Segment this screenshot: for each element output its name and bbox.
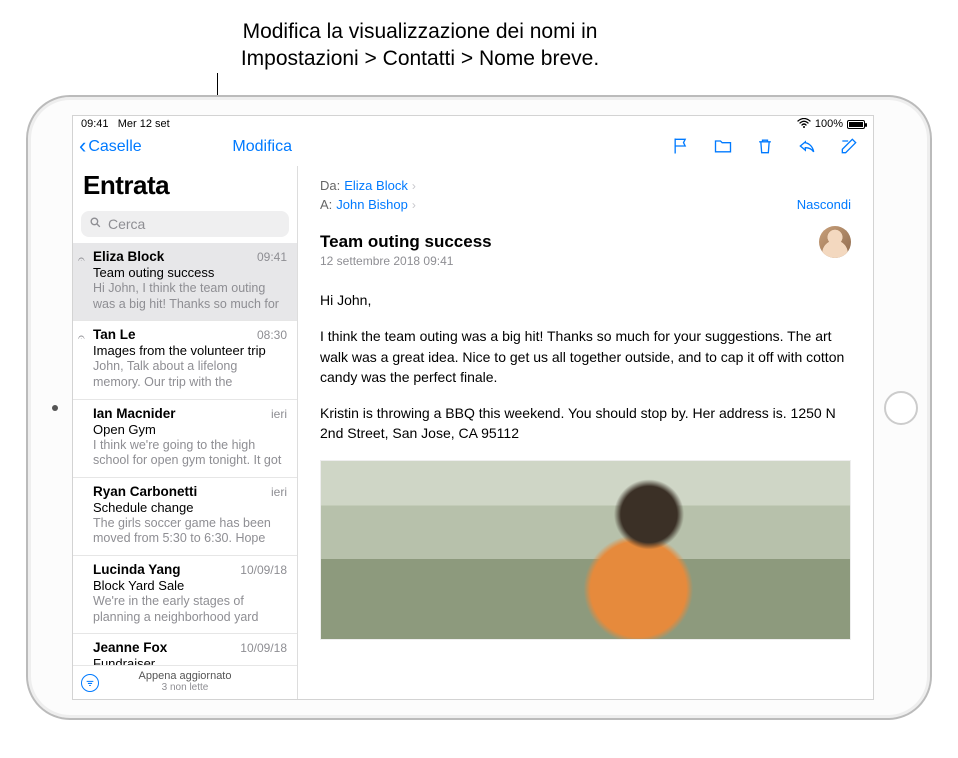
- message-preview: I think we're going to the high school f…: [93, 438, 287, 469]
- to-name-link[interactable]: John Bishop: [336, 197, 408, 212]
- back-to-mailboxes[interactable]: ‹ Caselle: [79, 137, 142, 157]
- mail-body: Hi John, I think the team outing was a b…: [320, 290, 851, 640]
- message-row[interactable]: 𝄐 Tan Le 08:30Images from the volunteer tr…: [73, 321, 297, 399]
- message-subject: Images from the volunteer trip: [93, 343, 287, 358]
- battery-icon: [847, 120, 865, 129]
- screen: 09:41 Mer 12 set 100%: [72, 115, 874, 700]
- body-paragraph: Hi John,: [320, 290, 851, 310]
- compose-icon[interactable]: [839, 136, 859, 156]
- message-preview: John, Talk about a lifelong memory. Our …: [93, 359, 287, 390]
- home-button[interactable]: [884, 391, 918, 425]
- mail-subject: Team outing success: [320, 232, 851, 252]
- message-time: 10/09/18: [240, 641, 287, 655]
- battery-percent: 100%: [815, 118, 843, 130]
- wifi-icon: [797, 118, 811, 131]
- from-name-link[interactable]: Eliza Block: [344, 178, 408, 193]
- edit-button[interactable]: Modifica: [232, 138, 292, 156]
- message-sender: Ian Macnider: [93, 406, 176, 421]
- hide-details-button[interactable]: Nascondi: [797, 197, 851, 212]
- body-paragraph: I think the team outing was a big hit! T…: [320, 326, 851, 387]
- message-preview: The girls soccer game has been moved fro…: [93, 516, 287, 547]
- message-subject: Block Yard Sale: [93, 578, 287, 593]
- filter-button[interactable]: [81, 674, 99, 692]
- message-time: ieri: [271, 485, 287, 499]
- message-row[interactable]: 𝄐 Eliza Block 09:41Team outing successHi J…: [73, 243, 297, 321]
- chevron-right-icon: ›: [412, 179, 416, 193]
- message-sender: Tan Le: [93, 327, 136, 342]
- body-paragraph: Kristin is throwing a BBQ this weekend. …: [320, 403, 851, 444]
- ipad-frame: 09:41 Mer 12 set 100%: [26, 95, 932, 720]
- message-time: 10/09/18: [240, 563, 287, 577]
- mail-attachment-image[interactable]: [320, 460, 851, 640]
- sidebar-footer: Appena aggiornato 3 non lette: [73, 665, 297, 699]
- message-subject: Fundraiser: [93, 656, 287, 665]
- status-time: 09:41: [81, 118, 109, 130]
- trash-icon[interactable]: [755, 136, 775, 156]
- mail-headers: Da: Eliza Block › A: John Bishop › Nasco…: [320, 178, 851, 216]
- reading-pane: Da: Eliza Block › A: John Bishop › Nasco…: [298, 166, 873, 699]
- reply-icon[interactable]: [797, 136, 817, 156]
- attachment-icon: 𝄐: [78, 252, 85, 267]
- flag-icon[interactable]: [671, 136, 691, 156]
- status-right: 100%: [797, 118, 865, 131]
- message-subject: Team outing success: [93, 265, 287, 280]
- message-row[interactable]: Ryan Carbonetti ieriSchedule changeThe gi…: [73, 478, 297, 556]
- message-sender: Lucinda Yang: [93, 562, 181, 577]
- chevron-left-icon: ‹: [79, 135, 86, 157]
- message-preview: We're in the early stages of planning a …: [93, 594, 287, 625]
- message-sender: Jeanne Fox: [93, 640, 167, 655]
- footer-status-main: Appena aggiornato: [81, 670, 289, 682]
- message-subject: Open Gym: [93, 422, 287, 437]
- messages-list[interactable]: 𝄐 Eliza Block 09:41Team outing successHi J…: [73, 243, 297, 665]
- message-preview: Hi John, I think the team outing was a b…: [93, 281, 287, 312]
- sender-avatar[interactable]: [819, 226, 851, 258]
- message-sender: Ryan Carbonetti: [93, 484, 197, 499]
- message-row[interactable]: Lucinda Yang 10/09/18Block Yard SaleWe're…: [73, 556, 297, 634]
- from-label: Da:: [320, 178, 340, 193]
- search-placeholder: Cerca: [108, 216, 145, 232]
- message-row[interactable]: Ian Macnider ieriOpen GymI think we're go…: [73, 400, 297, 478]
- status-date: Mer 12 set: [118, 118, 170, 130]
- folder-icon[interactable]: [713, 136, 733, 156]
- mail-date: 12 settembre 2018 09:41: [320, 254, 851, 268]
- ipad-camera: [52, 405, 58, 411]
- message-sender: Eliza Block: [93, 249, 164, 264]
- search-icon: [89, 216, 102, 232]
- message-subject: Schedule change: [93, 500, 287, 515]
- status-bar: 09:41 Mer 12 set 100%: [73, 116, 873, 132]
- message-time: 09:41: [257, 250, 287, 264]
- message-row[interactable]: Jeanne Fox10/09/18FundraiserSoliciting i…: [73, 634, 297, 665]
- message-time: 08:30: [257, 328, 287, 342]
- help-callout: Modifica la visualizzazione dei nomi in …: [190, 18, 650, 73]
- footer-status-sub: 3 non lette: [81, 682, 289, 693]
- inbox-title: Entrata: [83, 170, 287, 201]
- message-list-sidebar: Entrata Cerca 𝄐 Eliza Block 09:41Team outi…: [73, 166, 298, 699]
- search-input[interactable]: Cerca: [81, 211, 289, 237]
- to-label: A:: [320, 197, 332, 212]
- message-time: ieri: [271, 407, 287, 421]
- attachment-icon: 𝄐: [78, 330, 85, 345]
- chevron-right-icon: ›: [412, 198, 416, 212]
- status-left: 09:41 Mer 12 set: [81, 118, 170, 130]
